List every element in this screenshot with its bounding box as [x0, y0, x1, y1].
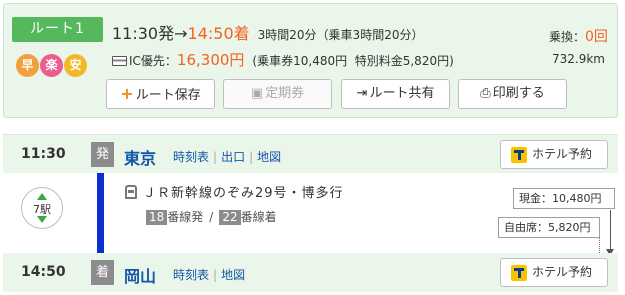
train-name[interactable]: ＪＲ新幹線のぞみ29号・博多行 — [143, 186, 344, 201]
departure-time: 11:30発 — [112, 24, 175, 43]
departure-mark: 発 — [91, 142, 114, 167]
arrival-station-row: 14:50 着 岡山 時刻表 | 地図 ホテル予約 — [3, 253, 618, 292]
hotel-reserve-label: ホテル予約 — [532, 265, 593, 279]
triangle-up-icon — [37, 193, 47, 200]
departure-station-row: 11:30 発 東京 時刻表 | 出口 | 地図 ホテル予約 — [3, 134, 618, 173]
hotel-reserve-label: ホテル予約 — [532, 147, 593, 161]
share-route-button[interactable]: ⇥ ルート共有 — [341, 79, 450, 109]
departure-station-time: 11:30 — [21, 146, 66, 162]
route-summary-card: ルート1 早 楽 安 11:30発→14:50着 3時間20分（乗車3時間20分）… — [3, 3, 618, 118]
arrival-track-number: 22 — [219, 210, 241, 225]
plus-icon: + — [120, 84, 134, 103]
duration: 3時間20分（乗車3時間20分） — [257, 28, 424, 42]
route-times: 11:30発→14:50着 3時間20分（乗車3時間20分） — [112, 20, 423, 44]
fare-range-arrow — [606, 210, 614, 256]
arrival-station-links: 時刻表 | 地図 — [173, 266, 245, 283]
save-route-button[interactable]: + ルート保存 — [106, 79, 215, 109]
fare-ticket: (乗車券10,480円 — [252, 54, 348, 68]
fare-total: 16,300円 — [176, 51, 245, 69]
print-label: 印刷する — [492, 86, 545, 101]
transfer-count: 乗換：0回 — [549, 26, 608, 46]
timetable-link[interactable]: 時刻表 — [173, 268, 209, 282]
train-info: ＪＲ新幹線のぞみ29号・博多行 — [125, 182, 344, 201]
t-logo-icon — [511, 147, 527, 163]
commuter-pass-label: 定期券 — [265, 86, 305, 101]
separator: | — [249, 150, 254, 164]
commuter-pass-button[interactable]: ▣ 定期券 — [223, 79, 332, 109]
fare-row: IC優先：16,300円 (乗車券10,480円 特別料金5,820円) — [112, 49, 454, 70]
badge-cheap: 安 — [64, 54, 87, 77]
ic-card-icon — [112, 55, 127, 66]
departure-track-label: 番線発 — [167, 210, 204, 224]
route-label: ルート1 — [12, 17, 103, 42]
map-link[interactable]: 地図 — [221, 268, 245, 282]
print-button[interactable]: ⎙ 印刷する — [458, 79, 567, 109]
departure-station-links: 時刻表 | 出口 | 地図 — [173, 148, 281, 165]
hotel-reserve-button[interactable]: ホテル予約 — [500, 140, 608, 169]
separator: | — [213, 268, 218, 282]
save-route-label: ルート保存 — [135, 88, 201, 103]
arrival-station-name[interactable]: 岡山 — [124, 263, 156, 287]
distance: 732.9km — [552, 52, 605, 66]
timetable-link[interactable]: 時刻表 — [173, 150, 209, 164]
fare-express: 特別料金5,820円) — [354, 54, 454, 68]
transfer-value: 0回 — [585, 29, 608, 45]
separator: | — [213, 150, 218, 164]
arrival-time: 14:50着 — [187, 24, 250, 43]
stops-count-toggle[interactable]: 7駅 — [21, 187, 63, 229]
printer-icon: ⎙ — [480, 86, 491, 101]
fare-range-dots — [599, 238, 600, 253]
seat-fare: 自由席：5,820円 — [498, 217, 600, 238]
hotel-reserve-button[interactable]: ホテル予約 — [500, 258, 608, 287]
stops-count: 7駅 — [33, 203, 51, 216]
track-info: 18 番線発 / 22 番線着 — [146, 208, 277, 225]
exit-link[interactable]: 出口 — [221, 150, 245, 164]
train-icon — [125, 185, 137, 199]
map-link[interactable]: 地図 — [257, 150, 281, 164]
departure-track-number: 18 — [146, 210, 168, 225]
departure-station-name[interactable]: 東京 — [124, 145, 156, 169]
pass-icon: ▣ — [250, 86, 264, 101]
ic-label: IC優先： — [129, 54, 177, 68]
triangle-down-icon — [37, 216, 47, 223]
track-separator: / — [209, 210, 214, 224]
arrow-icon: → — [174, 24, 188, 43]
arrival-track-label: 番線着 — [240, 210, 277, 224]
share-route-label: ルート共有 — [369, 86, 435, 101]
cash-fare: 現金：10,480円 — [513, 188, 615, 209]
transfer-label: 乗換： — [549, 30, 586, 44]
arrival-mark: 着 — [91, 260, 114, 285]
badge-fast: 早 — [16, 54, 39, 77]
t-logo-icon — [511, 265, 527, 281]
arrival-station-time: 14:50 — [21, 264, 66, 280]
route-badges: 早 楽 安 — [16, 54, 87, 77]
line-segment-bar — [97, 173, 104, 253]
share-icon: ⇥ — [356, 86, 368, 101]
badge-easy: 楽 — [40, 54, 63, 77]
